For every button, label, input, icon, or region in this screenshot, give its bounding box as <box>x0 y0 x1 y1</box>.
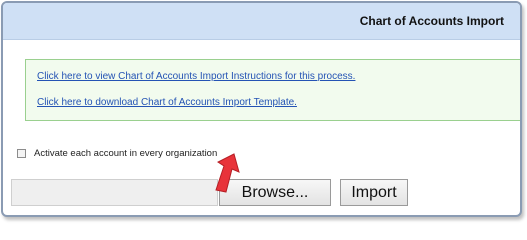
page-title: Chart of Accounts Import <box>359 14 504 28</box>
panel-header: Chart of Accounts Import <box>3 3 520 40</box>
template-download-link[interactable]: Click here to download Chart of Accounts… <box>37 97 297 108</box>
activate-checkbox-label: Activate each account in every organizat… <box>34 147 218 159</box>
instructions-link[interactable]: Click here to view Chart of Accounts Imp… <box>37 71 355 82</box>
pointer-arrow-icon <box>215 153 240 193</box>
import-panel: Chart of Accounts Import Click here to v… <box>1 1 522 217</box>
links-box: Click here to view Chart of Accounts Imp… <box>25 59 520 121</box>
file-path-input[interactable] <box>11 179 218 206</box>
activate-checkbox[interactable] <box>17 148 26 158</box>
activate-row: Activate each account in every organizat… <box>17 146 217 160</box>
import-button[interactable]: Import <box>340 179 408 206</box>
